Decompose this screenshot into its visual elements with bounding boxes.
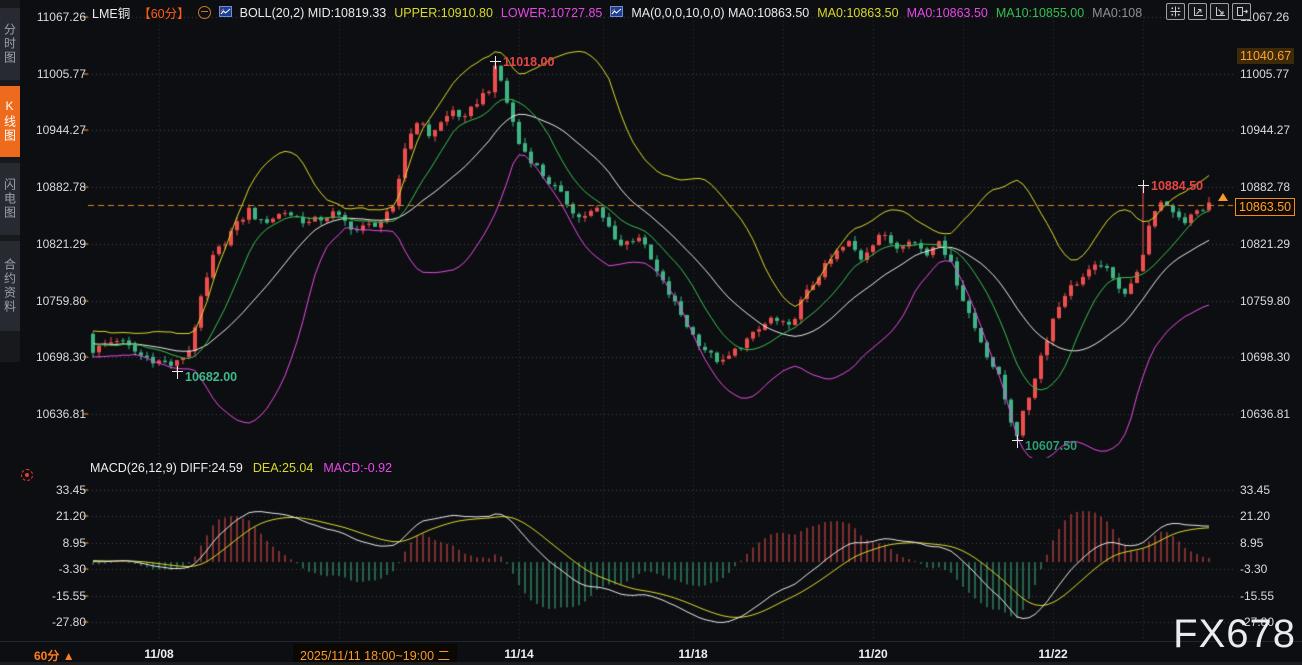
y-axis-label: 10944.27 [24, 123, 86, 137]
y-axis-label: 10636.81 [1240, 407, 1290, 421]
x-axis-label: 11/20 [858, 647, 887, 661]
y-axis-label: 11005.77 [24, 67, 86, 81]
up-triangle-icon: ▲ [63, 649, 75, 663]
legend-boll-mid: BOLL(20,2) MID:10819.33 [240, 6, 387, 20]
x-axis-label: 11/08 [144, 647, 173, 661]
chart-mode-sidebar: 分时图 K线图闪电图合约资料 [0, 0, 20, 362]
legend-macd-dea: DEA:25.04 [253, 461, 313, 475]
y-axis-label: 10882.78 [24, 180, 86, 194]
extreme-price-annotation: 10682.00 [185, 370, 237, 384]
indicator-chart-icon [610, 6, 623, 20]
y-axis-label: 21.20 [1240, 509, 1270, 523]
y-axis-label: 10759.80 [24, 294, 86, 308]
y-axis-label: -27.80 [24, 615, 86, 629]
legend-ma-params: MA(0,0,0,10,0,0) MA0:10863.50 [631, 6, 809, 20]
current-price-badge: 10863.50 [1235, 198, 1295, 216]
legend-boll-upper: UPPER:10910.80 [394, 6, 493, 20]
y-axis-label: -3.30 [1240, 562, 1267, 576]
legend-ma0-yellow: MA0:10863.50 [817, 6, 898, 20]
extreme-price-annotation: 10884.50 [1151, 179, 1203, 193]
y-axis-label: 33.45 [24, 483, 86, 497]
y-axis-label: 10944.27 [1240, 123, 1290, 137]
y-axis-label: 10821.29 [1240, 237, 1290, 251]
sidebar-tab-0[interactable]: 分时图 [0, 8, 20, 80]
x-axis-label: 11/18 [678, 647, 707, 661]
sidebar-tab-label: 闪电图 [2, 178, 19, 220]
scale-up-icon[interactable] [1188, 3, 1207, 20]
extreme-cross-marker [490, 56, 501, 69]
y-axis-label: 10882.78 [1240, 180, 1290, 194]
sidebar-tab-3[interactable]: 合约资料 [0, 241, 20, 331]
y-axis-label: 33.45 [1240, 483, 1270, 497]
y-axis-label: -15.55 [1240, 589, 1274, 603]
sidebar-tab-2[interactable]: 闪电图 [0, 163, 20, 235]
kline-macd-chart-canvas[interactable] [0, 0, 1302, 665]
y-axis-label: -3.30 [24, 562, 86, 576]
sidebar-tab-label: K线图 [2, 99, 19, 143]
legend-ma0-truncated: MA0:108 [1092, 6, 1142, 20]
legend-macd-diff: MACD(26,12,9) DIFF:24.59 [90, 461, 243, 475]
sidebar-tab-label: 合约资料 [2, 258, 19, 314]
chart-toolbar [1166, 3, 1251, 20]
scale-right-icon[interactable] [1210, 3, 1229, 20]
crosshair-icon[interactable] [1166, 3, 1185, 20]
trading-terminal-window: 分时图 K线图闪电图合约资料 LME铜【60分】 BOLL(20,2) MID:10… [0, 0, 1302, 665]
y-axis-label: 10759.80 [1240, 294, 1290, 308]
y-axis-label: 8.95 [24, 536, 86, 550]
time-axis-bar: 60分 ▲ 2025/11/11 18:00~19:00 二 11/0811/1… [0, 641, 1302, 663]
y-axis-label: 8.95 [1240, 536, 1263, 550]
x-axis-label: 11/14 [504, 647, 533, 661]
extreme-cross-marker [172, 366, 183, 379]
y-axis-label: -15.55 [24, 589, 86, 603]
y-axis-label: 11067.26 [24, 10, 86, 24]
minus-circle-icon [198, 6, 211, 19]
indicator-chart-icon [219, 6, 232, 20]
price-up-arrow-icon [1218, 193, 1228, 201]
watermark: FX678 [1173, 612, 1296, 657]
legend-symbol: LME铜 [92, 3, 130, 22]
exit-icon[interactable] [1232, 3, 1251, 20]
indicator-legend-bar: LME铜【60分】 BOLL(20,2) MID:10819.33 UPPER:10… [92, 3, 1142, 22]
y-axis-label: 10698.30 [24, 350, 86, 364]
y-axis-label: 10698.30 [1240, 350, 1290, 364]
sidebar-tab-label: 分时图 [2, 23, 19, 65]
legend-ma10-green: MA10:10855.00 [996, 6, 1084, 20]
extreme-cross-marker [1138, 180, 1149, 193]
legend-interval-tag: 【60分】 [138, 3, 189, 22]
y-axis-label: 10821.29 [24, 237, 86, 251]
sidebar-tab-1[interactable]: K线图 [0, 86, 20, 158]
macd-legend-bar: MACD(26,12,9) DIFF:24.59 DEA:25.04 MACD:-0… [90, 461, 392, 475]
macd-target-icon [21, 469, 33, 481]
extreme-price-annotation: 10607.50 [1025, 439, 1077, 453]
x-axis-label: 11/22 [1038, 647, 1067, 661]
legend-boll-lower: LOWER:10727.85 [501, 6, 602, 20]
legend-macd-bar: MACD:-0.92 [323, 461, 392, 475]
legend-ma0-magenta: MA0:10863.50 [907, 6, 988, 20]
extreme-price-annotation: 11018.00 [503, 55, 554, 69]
y-axis-label: 21.20 [24, 509, 86, 523]
y-axis-label: 10636.81 [24, 407, 86, 421]
extreme-cross-marker [1012, 435, 1023, 448]
upper-price-badge: 11040.67 [1237, 48, 1294, 64]
y-axis-label: 11005.77 [1240, 67, 1289, 81]
